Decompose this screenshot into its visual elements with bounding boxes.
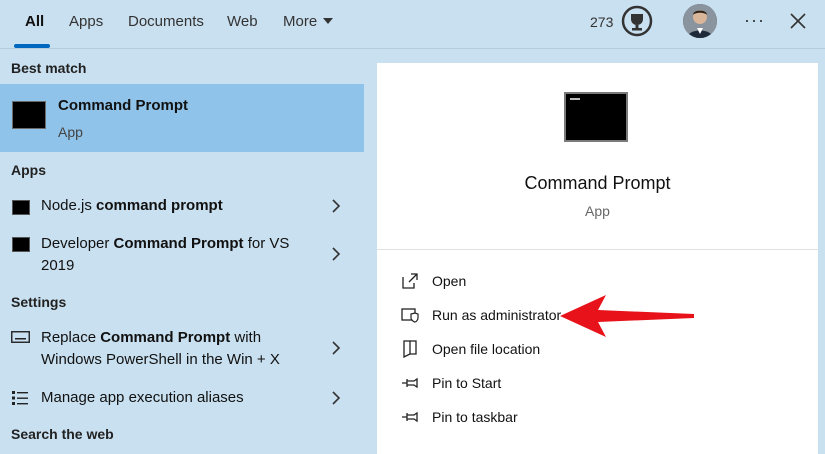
pin-icon — [402, 411, 418, 423]
tab-more-label: More — [283, 13, 318, 30]
run-as-administrator-label: Run as administrator — [432, 307, 562, 323]
best-match-item[interactable] — [0, 84, 364, 152]
tab-apps[interactable]: Apps — [69, 13, 103, 30]
active-tab-indicator — [14, 44, 50, 48]
pin-icon — [402, 377, 418, 389]
rewards-points: 273 — [590, 14, 614, 30]
section-best-match: Best match — [11, 60, 87, 76]
command-prompt-icon — [564, 92, 628, 142]
avatar[interactable] — [683, 4, 717, 38]
tab-all[interactable]: All — [25, 13, 44, 30]
best-match-subtitle: App — [58, 124, 83, 140]
search-filter-bar: All Apps Documents Web More 273 ··· — [0, 0, 825, 49]
pin-to-taskbar-action[interactable]: Pin to taskbar — [401, 406, 701, 430]
list-item-label: Node.js command prompt — [41, 197, 223, 214]
close-icon[interactable] — [788, 11, 808, 31]
open-file-location-label: Open file location — [432, 341, 541, 357]
list-item[interactable]: Node.js command prompt — [0, 188, 364, 224]
preview-subtitle: App — [585, 203, 610, 219]
annotation-arrow-icon — [560, 295, 694, 337]
section-settings: Settings — [11, 294, 67, 310]
terminal-icon — [12, 237, 30, 252]
tab-web[interactable]: Web — [227, 13, 258, 30]
tab-more[interactable]: More — [283, 13, 334, 30]
chevron-right-icon — [332, 391, 341, 405]
terminal-icon — [12, 200, 30, 215]
preview-title: Command Prompt — [524, 173, 671, 193]
section-search-web: Search the web — [11, 426, 114, 442]
shield-icon — [401, 308, 419, 323]
more-options-icon[interactable]: ··· — [744, 10, 765, 31]
open-action[interactable]: Open — [401, 270, 701, 294]
preview-panel: Command Prompt App Open Run as administr… — [377, 63, 818, 454]
pin-to-start-label: Pin to Start — [432, 375, 502, 391]
list-item[interactable]: Manage app execution aliases — [0, 380, 364, 416]
list-item[interactable]: Developer Command Prompt for VS 2019 — [0, 226, 364, 278]
chevron-right-icon — [332, 199, 341, 213]
command-prompt-icon — [12, 101, 46, 129]
chevron-down-icon — [323, 18, 334, 24]
list-item-label: Developer Command Prompt for VS 2019 — [41, 235, 290, 274]
open-label: Open — [432, 273, 467, 289]
list-item[interactable]: Replace Command Prompt with Windows Power… — [0, 320, 364, 374]
chevron-right-icon — [332, 341, 341, 355]
folder-icon — [403, 340, 417, 358]
tab-documents[interactable]: Documents — [128, 13, 204, 30]
list-item-label: Manage app execution aliases — [41, 389, 244, 406]
keyboard-icon — [11, 331, 30, 343]
open-icon — [402, 273, 418, 289]
pin-to-start-action[interactable]: Pin to Start — [401, 372, 701, 396]
best-match-title: Command Prompt — [58, 97, 189, 114]
chevron-right-icon — [332, 247, 341, 261]
list-icon — [12, 391, 28, 405]
pin-to-taskbar-label: Pin to taskbar — [432, 409, 518, 425]
trophy-icon[interactable] — [621, 5, 653, 37]
list-item-label: Replace Command Prompt with Windows Power… — [41, 329, 280, 368]
divider — [377, 249, 818, 250]
section-apps: Apps — [11, 162, 46, 178]
open-file-location-action[interactable]: Open file location — [401, 338, 701, 362]
